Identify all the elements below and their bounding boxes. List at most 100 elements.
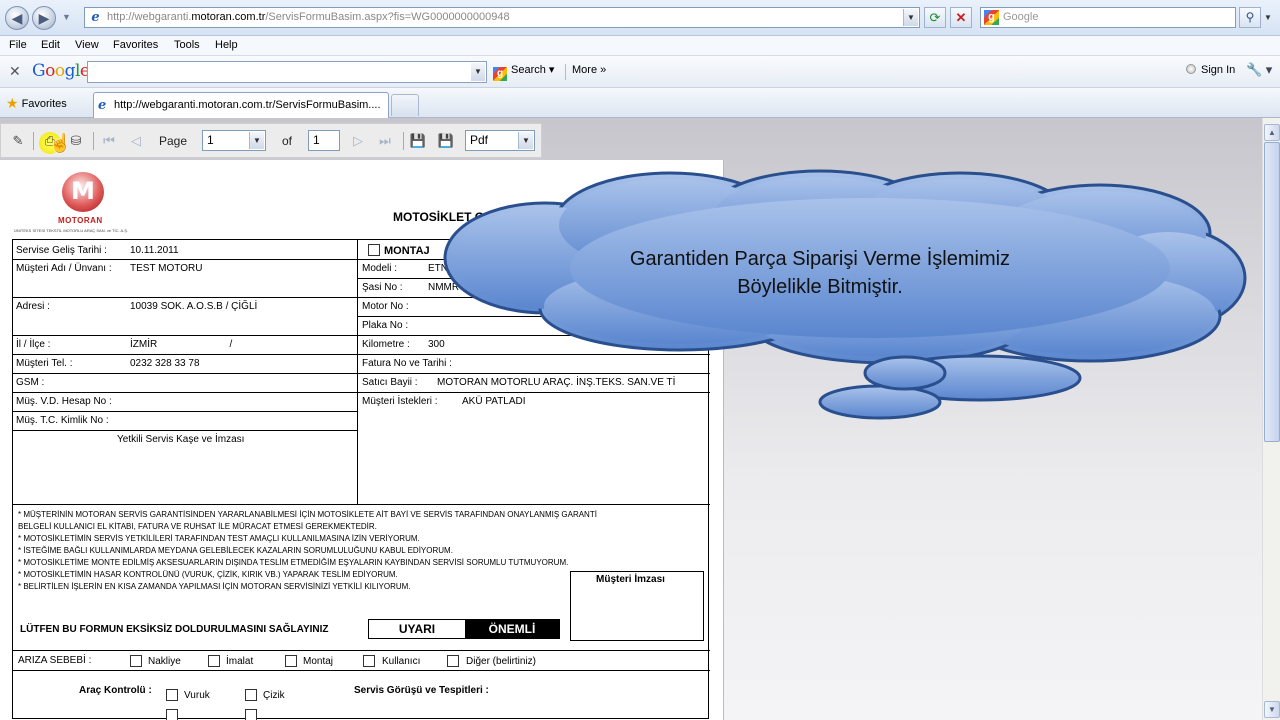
export-format-select[interactable]: Pdf ▼	[465, 130, 535, 151]
vehicle-control-label: Araç Kontrolü :	[79, 685, 152, 696]
label-chassis: Şasi No :	[362, 282, 403, 293]
value-customer-name: TEST MOTORU	[130, 263, 203, 274]
vertical-scrollbar[interactable]: ▲ ▼	[1262, 118, 1280, 720]
report-page: M MOTORAN ÜNİTEKS SİTESİ TEKSTİL MOTORLU…	[0, 160, 724, 720]
address-bar[interactable]: e http://webgaranti.motoran.com.tr/Servi…	[84, 7, 920, 28]
previous-page-icon[interactable]: ◁	[127, 132, 145, 150]
vehicle-option-vuruk: Vuruk	[184, 690, 210, 701]
vehicle-checkbox[interactable]	[166, 709, 178, 720]
refresh-button[interactable]: ⟳	[924, 7, 946, 28]
value-phone: 0232 328 33 78	[130, 358, 200, 369]
history-dropdown-icon[interactable]: ▼	[62, 12, 71, 22]
callout-line-2: Böylelikle Bitmiştir.	[737, 276, 903, 298]
menu-edit[interactable]: Edit	[41, 39, 60, 51]
google-toolbar: ✕ Google ▼ g Search ▾ More » Sign In 🔧 ▾	[0, 56, 1280, 88]
fault-label: ARIZA SEBEBİ :	[18, 655, 92, 666]
fault-checkbox-kullanici[interactable]	[363, 655, 375, 667]
favorites-bar: ★ Favorites e http://webgaranti.motoran.c…	[0, 88, 1280, 118]
tab-title: http://webgaranti.motoran.com.tr/ServisF…	[114, 99, 381, 111]
search-go-button[interactable]: ⚲	[1239, 7, 1261, 28]
value-dealer: MOTORAN MOTORLU ARAÇ. İNŞ.TEKS. SAN.VE T…	[437, 377, 676, 388]
row-line	[13, 430, 357, 431]
menu-help[interactable]: Help	[215, 39, 238, 51]
format-dropdown-icon[interactable]: ▼	[518, 132, 533, 149]
address-dropdown-icon[interactable]: ▼	[903, 9, 918, 26]
google-logo: Google	[32, 61, 90, 81]
mouse-cursor-icon: ☝	[49, 133, 72, 153]
fault-checkbox-montaj[interactable]	[285, 655, 297, 667]
scroll-thumb[interactable]	[1264, 142, 1280, 442]
report-viewer-toolbar: ✎ ⎙ ⛁ ⏮ ◁ Page 1 ▼ of 1 ▷ ⏭ 💾 💾 Pdf ▼	[0, 123, 542, 158]
callout-text: Garantiden Parça Siparişi Verme İşlemimi…	[600, 245, 1040, 301]
logo-subtitle: ÜNİTEKS SİTESİ TEKSTİL MOTORLU ARAÇ SAN.…	[14, 228, 129, 233]
more-button[interactable]: More »	[572, 64, 606, 76]
search-options-dropdown-icon[interactable]: ▼	[1262, 7, 1274, 28]
value-requests: AKÜ PATLADI	[462, 396, 526, 407]
fault-checkbox-imalat[interactable]	[208, 655, 220, 667]
row-line	[13, 670, 710, 671]
sign-in-button[interactable]: Sign In	[1186, 64, 1235, 76]
row-line	[13, 354, 710, 355]
google-search-input[interactable]: ▼	[87, 61, 487, 83]
montaj-label: MONTAJ	[384, 245, 430, 257]
service-form: Servise Geliş Tarihi : 10.11.2011 Müşter…	[12, 239, 710, 720]
page-number-select[interactable]: 1 ▼	[202, 130, 266, 151]
address-text[interactable]: http://webgaranti.motoran.com.tr/ServisF…	[107, 11, 510, 23]
note-line: * İSTEĞİME BAĞLI KULLANIMLARDA MEYDANA G…	[18, 546, 453, 555]
save-as-icon[interactable]: 💾	[437, 132, 455, 150]
warning-text: LÜTFEN BU FORMUN EKSİKSİZ DOLDURULMASINI…	[20, 624, 329, 635]
toolbar-divider	[565, 64, 566, 80]
save-icon[interactable]: 💾	[409, 132, 427, 150]
google-search-button[interactable]: g Search ▾	[493, 63, 554, 81]
forward-button[interactable]: ▶	[32, 6, 56, 30]
note-line: * MOTOSİKLETİMİN SERVİS YETKİLİLERİ TARA…	[18, 534, 420, 543]
signature-label: Müşteri İmzası	[596, 574, 665, 585]
close-toolbar-icon[interactable]: ✕	[9, 63, 21, 80]
stamp-label: Yetkili Servis Kaşe ve İmzası	[117, 434, 245, 445]
label-phone: Müşteri Tel. :	[16, 358, 73, 369]
row-line	[13, 504, 710, 505]
new-tab-button[interactable]	[391, 94, 419, 116]
search-placeholder: Google	[1003, 11, 1039, 23]
value-address: 10039 SOK. A.O.S.B / ÇİĞLİ	[130, 301, 258, 312]
vehicle-checkbox[interactable]	[245, 709, 257, 720]
fault-checkbox-nakliye[interactable]	[130, 655, 142, 667]
back-button[interactable]: ◀	[5, 6, 29, 30]
menu-favorites[interactable]: Favorites	[113, 39, 158, 51]
stop-icon: ✕	[955, 10, 967, 25]
montaj-checkbox[interactable]	[368, 244, 380, 256]
uyari-label: UYARI	[398, 622, 436, 636]
note-line: BELGELİ KULLANICI EL KİTABI, FATURA VE R…	[18, 522, 377, 531]
ie-page-icon: e	[91, 10, 100, 25]
note-line: * MOTOSİKLETİMİN HASAR KONTROLÜNÜ (VURUK…	[18, 570, 398, 579]
page-dropdown-icon[interactable]: ▼	[249, 132, 264, 149]
find-icon[interactable]: ✎	[9, 132, 27, 150]
last-page-icon[interactable]: ⏭	[376, 132, 394, 150]
first-page-icon[interactable]: ⏮	[100, 132, 118, 150]
refresh-icon: ⟳	[929, 10, 941, 25]
menu-file[interactable]: File	[9, 39, 27, 51]
tab-active[interactable]: e http://webgaranti.motoran.com.tr/Servi…	[93, 92, 389, 118]
next-page-icon[interactable]: ▷	[349, 132, 367, 150]
browser-search-input[interactable]: g Google	[980, 7, 1236, 28]
terms-notes: * MÜŞTERİNİN MOTORAN SERVİS GARANTİSİNDE…	[18, 509, 597, 593]
signature-box: Müşteri İmzası	[570, 571, 704, 641]
value-model: ETNA	[428, 263, 455, 274]
scroll-up-icon[interactable]: ▲	[1264, 124, 1280, 141]
menu-bar: File Edit View Favorites Tools Help	[0, 36, 1280, 56]
wrench-icon[interactable]: 🔧 ▾	[1246, 62, 1272, 78]
motoran-logo: M	[62, 172, 104, 212]
favorites-button[interactable]: ★ Favorites	[6, 95, 67, 112]
vehicle-checkbox-cizik[interactable]	[245, 689, 257, 701]
menu-tools[interactable]: Tools	[174, 39, 200, 51]
label-id-number: Müş. T.C. Kimlik No :	[16, 415, 109, 426]
scroll-down-icon[interactable]: ▼	[1264, 701, 1280, 718]
google-search-dropdown-icon[interactable]: ▼	[471, 63, 485, 81]
vehicle-checkbox-vuruk[interactable]	[166, 689, 178, 701]
sign-in-icon	[1186, 64, 1196, 74]
fault-checkbox-diger[interactable]	[447, 655, 459, 667]
menu-view[interactable]: View	[75, 39, 99, 51]
stop-button[interactable]: ✕	[950, 7, 972, 28]
label-engine: Motor No :	[362, 301, 409, 312]
toolbar-divider	[93, 132, 94, 150]
